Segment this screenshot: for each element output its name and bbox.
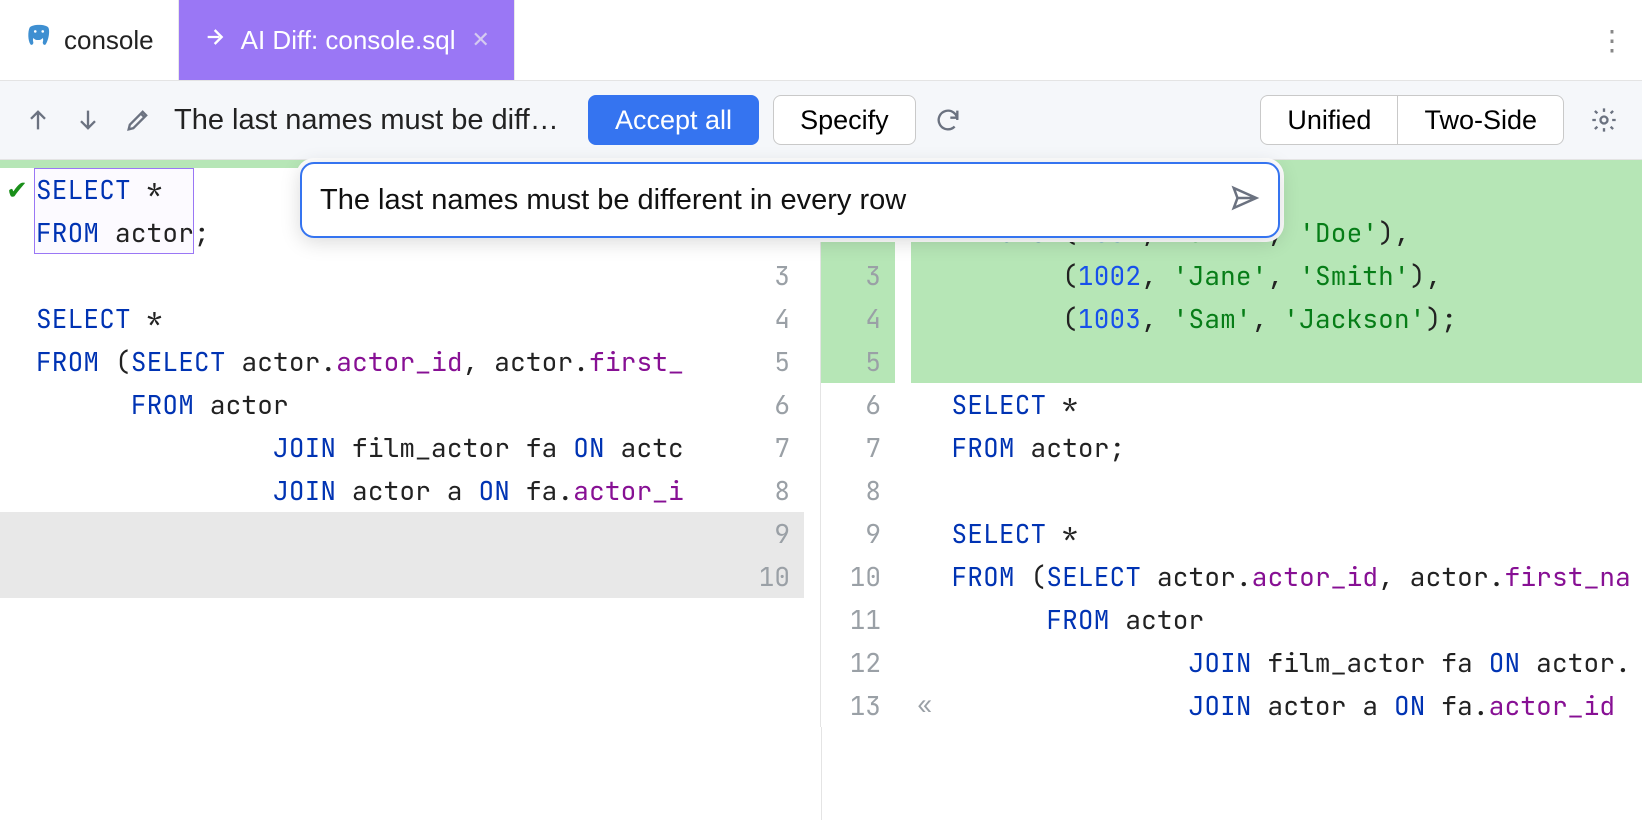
code-line[interactable] [0, 555, 821, 598]
code-line[interactable]: JOIN actor a ON fa.actor_i [0, 469, 821, 512]
code-line[interactable]: JOIN film_actor fa ON actc [0, 426, 821, 469]
code-line[interactable]: FROM (SELECT actor.actor_id, actor.first… [0, 340, 821, 383]
tab-ai-diff-label: AI Diff: console.sql [241, 25, 456, 56]
code-line[interactable]: FROM actor; [822, 426, 1642, 469]
gear-icon[interactable] [1586, 102, 1622, 138]
code-line[interactable]: FROM actor [0, 383, 821, 426]
view-mode-toggle: Unified Two-Side [1260, 95, 1564, 145]
view-two-side[interactable]: Two-Side [1397, 96, 1563, 144]
accept-all-button[interactable]: Accept all [588, 95, 759, 145]
code-line[interactable] [822, 340, 1642, 383]
code-line[interactable]: SELECT * [0, 297, 821, 340]
code-line[interactable]: SELECT * [822, 383, 1642, 426]
tab-console-label: console [64, 25, 154, 56]
tab-bar: console AI Diff: console.sql ✕ ⋮ [0, 0, 1642, 80]
postgres-icon [24, 22, 54, 59]
view-unified[interactable]: Unified [1261, 96, 1397, 144]
ai-prompt-input[interactable] [300, 162, 1280, 238]
send-icon[interactable] [1230, 183, 1260, 218]
diff-icon [203, 23, 231, 58]
code-line[interactable] [822, 469, 1642, 512]
code-line[interactable] [0, 512, 821, 555]
next-diff-icon[interactable] [70, 102, 106, 138]
specify-button[interactable]: Specify [773, 95, 916, 145]
code-line[interactable]: (1002, 'Jane', 'Smith'), [822, 254, 1642, 297]
code-line[interactable]: « JOIN actor a ON fa.actor_id [822, 684, 1642, 727]
tab-ai-diff[interactable]: AI Diff: console.sql ✕ [179, 0, 515, 80]
prompt-field[interactable] [320, 184, 1230, 217]
code-line[interactable]: SELECT * [822, 512, 1642, 555]
rerun-icon[interactable] [930, 102, 966, 138]
code-line[interactable]: FROM actor [822, 598, 1642, 641]
code-line[interactable]: (1003, 'Sam', 'Jackson'); [822, 297, 1642, 340]
tab-console[interactable]: console [0, 0, 179, 80]
right-pane[interactable]: r_id, first_name, laVALUES (1001, 'John'… [822, 160, 1642, 820]
prev-diff-icon[interactable] [20, 102, 56, 138]
edit-icon[interactable] [120, 102, 156, 138]
kebab-menu-icon[interactable]: ⋮ [1582, 0, 1642, 80]
code-line[interactable] [0, 254, 821, 297]
code-line[interactable]: FROM (SELECT actor.actor_id, actor.first… [822, 555, 1642, 598]
close-icon[interactable]: ✕ [471, 27, 489, 53]
diff-area: ✔SELECT *FROM actor;SELECT *FROM (SELECT… [0, 160, 1642, 820]
prompt-summary: The last names must be diffe… [174, 104, 574, 137]
left-pane[interactable]: ✔SELECT *FROM actor;SELECT *FROM (SELECT… [0, 160, 822, 820]
diff-toolbar: The last names must be diffe… Accept all… [0, 80, 1642, 160]
code-line[interactable]: JOIN film_actor fa ON actor. [822, 641, 1642, 684]
